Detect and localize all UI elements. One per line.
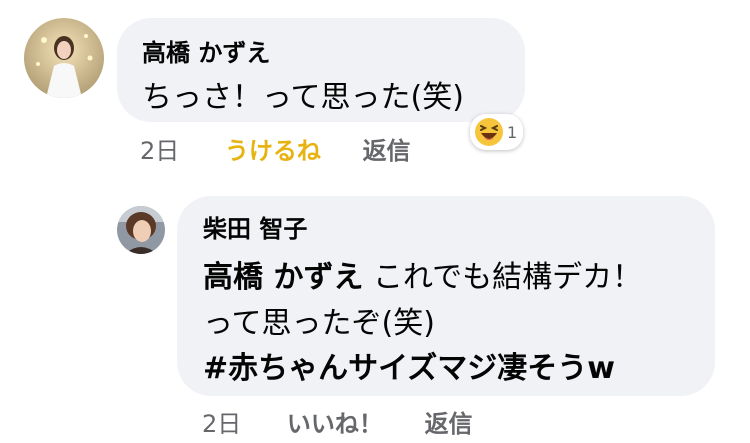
reply-actions: 2日 いいね！ 返信 <box>202 404 473 439</box>
laughing-emoji-icon <box>475 118 503 146</box>
reaction-count: 1 <box>507 122 518 142</box>
comment-text: ちっさ！って思った(笑) <box>142 80 464 115</box>
reply-text-line1: 高橋 かずえ これでも結構デカ！ <box>203 252 642 296</box>
hashtag-link[interactable]: #赤ちゃんサイズマジ凄そうw <box>203 343 615 387</box>
reply-text-line2: って思ったぞ(笑) <box>203 306 435 341</box>
reply-text: これでも結構デカ！ <box>363 260 643 295</box>
haha-reaction-button[interactable]: うけるね <box>225 131 321 166</box>
comment-time[interactable]: 2日 <box>140 131 179 166</box>
reply-button[interactable]: 返信 <box>425 404 473 439</box>
avatar-takahashi[interactable] <box>24 18 104 98</box>
comment-author[interactable]: 高橋 かずえ <box>142 33 270 68</box>
reply-time[interactable]: 2日 <box>202 404 241 439</box>
mention-link[interactable]: 高橋 かずえ <box>203 260 363 295</box>
like-button[interactable]: いいね！ <box>287 404 383 439</box>
avatar-shibata[interactable] <box>117 206 165 254</box>
reply-author[interactable]: 柴田 智子 <box>203 209 307 244</box>
reaction-summary[interactable]: 1 <box>470 114 524 150</box>
comment-actions: 2日 うけるね 返信 <box>140 131 411 166</box>
reply-button[interactable]: 返信 <box>363 131 411 166</box>
